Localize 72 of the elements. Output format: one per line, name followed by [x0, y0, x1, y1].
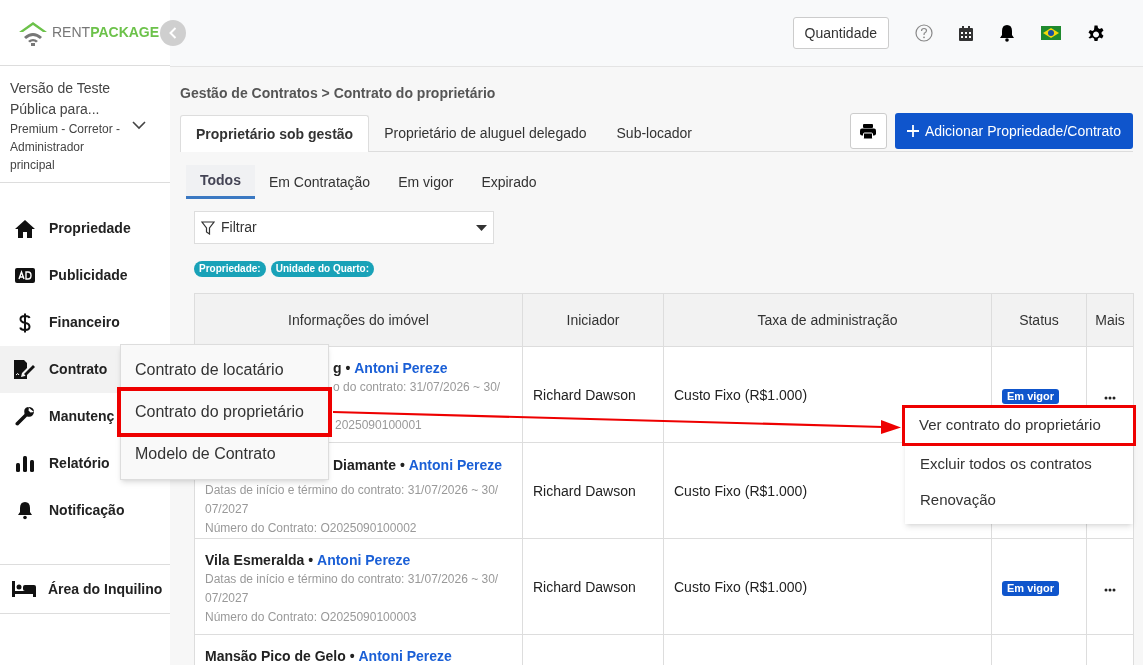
menu-item[interactable]: Contrato do proprietário: [117, 387, 332, 437]
sidebar-item[interactable]: Área do Inquilino: [48, 578, 163, 600]
menu-item[interactable]: Renovação: [905, 482, 1133, 518]
house-icon: [14, 219, 35, 238]
bell-icon[interactable]: [999, 24, 1015, 42]
status-tab[interactable]: Expirado: [467, 165, 551, 199]
bed-icon: [12, 581, 36, 597]
filter-icon: [201, 220, 215, 235]
logo-icon: [18, 19, 48, 46]
menu-item[interactable]: Ver contrato do proprietário: [902, 405, 1136, 446]
wrench-icon: [15, 407, 34, 426]
contract-dates: Datas de início e término do contrato: 31/07/2026 ~ 30/07/2027: [205, 571, 500, 607]
filter-placeholder: Filtrar: [221, 218, 258, 237]
column-header: Mais: [1086, 293, 1134, 347]
tab[interactable]: Proprietário de aluguel delegado: [369, 115, 602, 151]
status-badge: Em vigor: [1002, 580, 1060, 596]
calendar-icon[interactable]: [959, 25, 973, 41]
account-role: Premium - Corretor - Administrador principal: [10, 121, 120, 174]
chevron-left-icon: [169, 27, 177, 39]
contract-dates: o do contrato: 31/07/2026 ~ 30/: [332, 379, 502, 396]
column-header: Status: [991, 293, 1087, 347]
initiator-text: Richard Dawson: [533, 482, 636, 499]
filter-tag: Unidade do Quarto:: [270, 261, 375, 277]
logo-text: RENT: [52, 23, 91, 42]
quantity-button[interactable]: Quantidade: [792, 17, 889, 49]
dollar-icon: [18, 312, 31, 333]
column-header: Iniciador: [522, 293, 664, 347]
contract-number: Número do Contrato: O2025090100002: [205, 520, 418, 537]
initiator-text: Richard Dawson: [533, 578, 636, 595]
initiator-text: Richard Dawson: [533, 386, 636, 403]
owner-link[interactable]: Antoni Pereze: [354, 360, 448, 376]
contract-dates: Datas de início e término do contrato: 31/07/2026 ~ 30/07/2027: [205, 482, 500, 518]
status-tab[interactable]: Todos: [186, 165, 255, 199]
account-plan: Versão de Teste Pública para...: [10, 79, 112, 119]
tab[interactable]: Sub-locador: [601, 115, 708, 151]
property-name: Mansão Pico de Gelo •: [205, 648, 355, 664]
fee-text: Custo Fixo (R$1.000): [674, 482, 808, 499]
caret-icon: [476, 224, 487, 231]
fee-text: Custo Fixo (R$1.000): [674, 578, 808, 595]
plus-icon: [906, 125, 919, 137]
menu-item[interactable]: Excluir todos os contratos: [905, 446, 1133, 482]
ad-icon: [14, 268, 35, 283]
filter-select[interactable]: Filtrar: [194, 211, 494, 244]
status-tab[interactable]: Em Contratação: [254, 165, 385, 199]
printer-icon: [860, 123, 877, 139]
flag-icon[interactable]: [1041, 26, 1061, 40]
contract-icon: [14, 360, 35, 379]
column-header: Taxa de administração: [663, 293, 992, 347]
breadcrumb: Gestão de Contratos > Contrato do proprietário: [180, 84, 497, 103]
contract-number: Número do Contrato: O2025090100003: [205, 609, 418, 626]
property-name: g •: [333, 360, 351, 376]
status-tab[interactable]: Em vigor: [384, 165, 468, 199]
owner-link[interactable]: Antoni Pereze: [317, 552, 411, 568]
settings-icon[interactable]: [1087, 24, 1105, 42]
add-button[interactable]: Adicionar Propriedade/Contrato: [894, 113, 1133, 149]
bar-chart-icon: [15, 455, 34, 472]
bell-icon: [16, 501, 33, 520]
status-badge: Em vigor: [1002, 388, 1060, 404]
more-icon[interactable]: [1104, 395, 1116, 400]
tab[interactable]: Proprietário sob gestão: [180, 115, 370, 152]
filter-tag: Propriedade:: [194, 261, 266, 277]
help-icon[interactable]: [915, 24, 933, 42]
print-button[interactable]: [849, 113, 887, 149]
more-icon[interactable]: [1104, 587, 1116, 592]
contract-number: 2025090100001: [334, 417, 423, 434]
fee-text: Custo Fixo (R$1.000): [674, 386, 808, 403]
owner-link[interactable]: Antoni Pereze: [358, 648, 452, 664]
property-name: Diamante •: [333, 457, 405, 473]
owner-link[interactable]: Antoni Pereze: [408, 457, 503, 473]
chevron-down-icon[interactable]: [132, 120, 146, 130]
logo-text: PACKAGE: [90, 23, 160, 42]
property-name: Vila Esmeralda •: [205, 552, 314, 568]
